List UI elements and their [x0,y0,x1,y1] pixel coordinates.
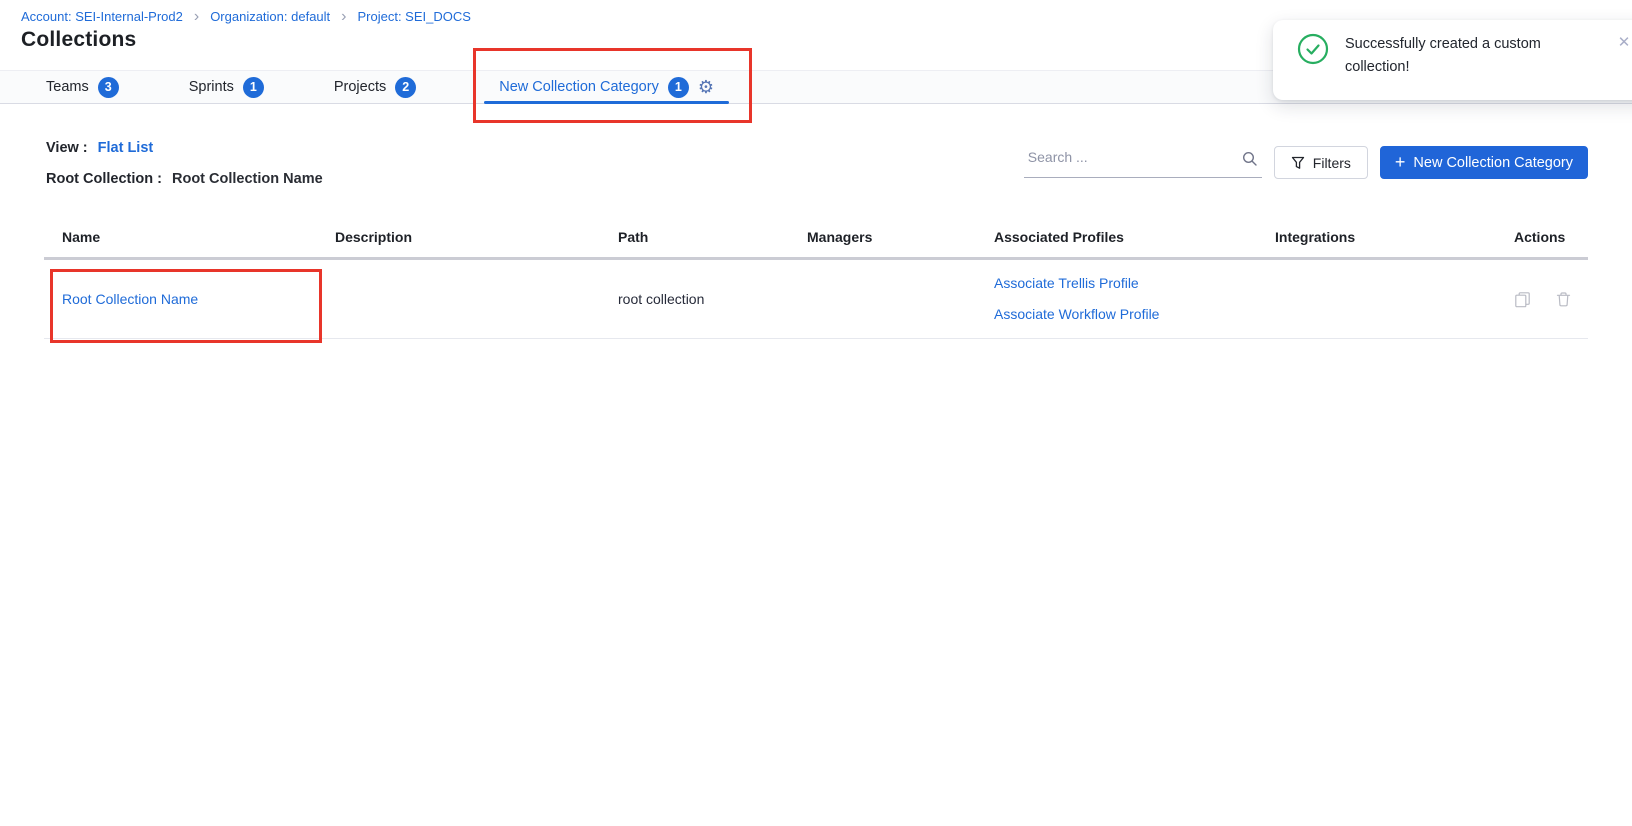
view-mode-link[interactable]: Flat List [98,133,154,164]
copy-icon[interactable] [1514,291,1531,308]
tab-teams-count-badge: 3 [98,77,119,98]
collection-name-link[interactable]: Root Collection Name [62,291,198,307]
associate-trellis-profile-link[interactable]: Associate Trellis Profile [994,268,1249,299]
gear-icon[interactable]: ⚙ [698,78,714,96]
view-label: View : [46,133,88,164]
tab-teams[interactable]: Teams 3 [44,71,121,103]
cell-description [317,259,600,339]
search-input[interactable] [1028,149,1242,165]
breadcrumb-organization-link[interactable]: Organization: default [210,9,330,24]
search-icon[interactable] [1242,151,1258,172]
plus-icon: + [1395,153,1406,171]
tab-new-collection-category-label: New Collection Category [499,79,659,95]
cell-associated-profiles: Associate Trellis Profile Associate Work… [976,259,1257,339]
page-title: Collections [21,28,136,52]
table-header-row: Name Description Path Managers Associate… [44,215,1588,259]
success-check-icon [1297,33,1329,65]
tab-new-collection-category[interactable]: New Collection Category 1 ⚙ [484,71,729,103]
column-header-managers: Managers [789,215,976,259]
success-toast: Successfully created a custom collection… [1273,20,1632,100]
trash-icon[interactable] [1555,291,1572,308]
column-header-actions: Actions [1496,215,1588,259]
column-header-name: Name [44,215,317,259]
tab-projects-label: Projects [334,79,386,95]
cell-name: Root Collection Name [44,259,317,339]
chevron-right-icon: › [194,8,199,25]
new-collection-category-button[interactable]: + New Collection Category [1380,146,1588,179]
tab-projects-count-badge: 2 [395,77,416,98]
root-collection-label: Root Collection : [46,164,162,195]
search-box [1024,147,1262,178]
collection-info: View : Flat List Root Collection : Root … [46,133,323,195]
table-row: Root Collection Name root collection Ass… [44,259,1588,339]
breadcrumb-account-link[interactable]: Account: SEI-Internal-Prod2 [21,9,183,24]
column-header-description: Description [317,215,600,259]
breadcrumb: Account: SEI-Internal-Prod2 › Organizati… [21,8,471,25]
filter-funnel-icon [1291,156,1305,170]
filters-button[interactable]: Filters [1274,146,1368,179]
column-header-path: Path [600,215,789,259]
root-collection-value: Root Collection Name [172,164,323,195]
toast-message: Successfully created a custom collection… [1345,33,1583,79]
tab-sprints[interactable]: Sprints 1 [187,71,266,103]
collections-table: Name Description Path Managers Associate… [44,215,1588,339]
toast-close-icon[interactable]: ✕ [1614,32,1632,52]
breadcrumb-project-link[interactable]: Project: SEI_DOCS [357,9,470,24]
new-collection-category-button-label: New Collection Category [1413,155,1573,171]
tab-new-collection-category-count-badge: 1 [668,77,689,98]
cell-integrations [1257,259,1496,339]
tab-projects[interactable]: Projects 2 [332,71,418,103]
cell-managers [789,259,976,339]
column-header-associated-profiles: Associated Profiles [976,215,1257,259]
tab-teams-label: Teams [46,79,89,95]
tab-sprints-count-badge: 1 [243,77,264,98]
cell-path: root collection [600,259,789,339]
filters-button-label: Filters [1313,155,1351,171]
chevron-right-icon: › [341,8,346,25]
column-header-integrations: Integrations [1257,215,1496,259]
associate-workflow-profile-link[interactable]: Associate Workflow Profile [994,299,1249,330]
tab-sprints-label: Sprints [189,79,234,95]
toolbar-controls: Filters + New Collection Category [1024,146,1588,179]
cell-actions [1496,259,1588,339]
